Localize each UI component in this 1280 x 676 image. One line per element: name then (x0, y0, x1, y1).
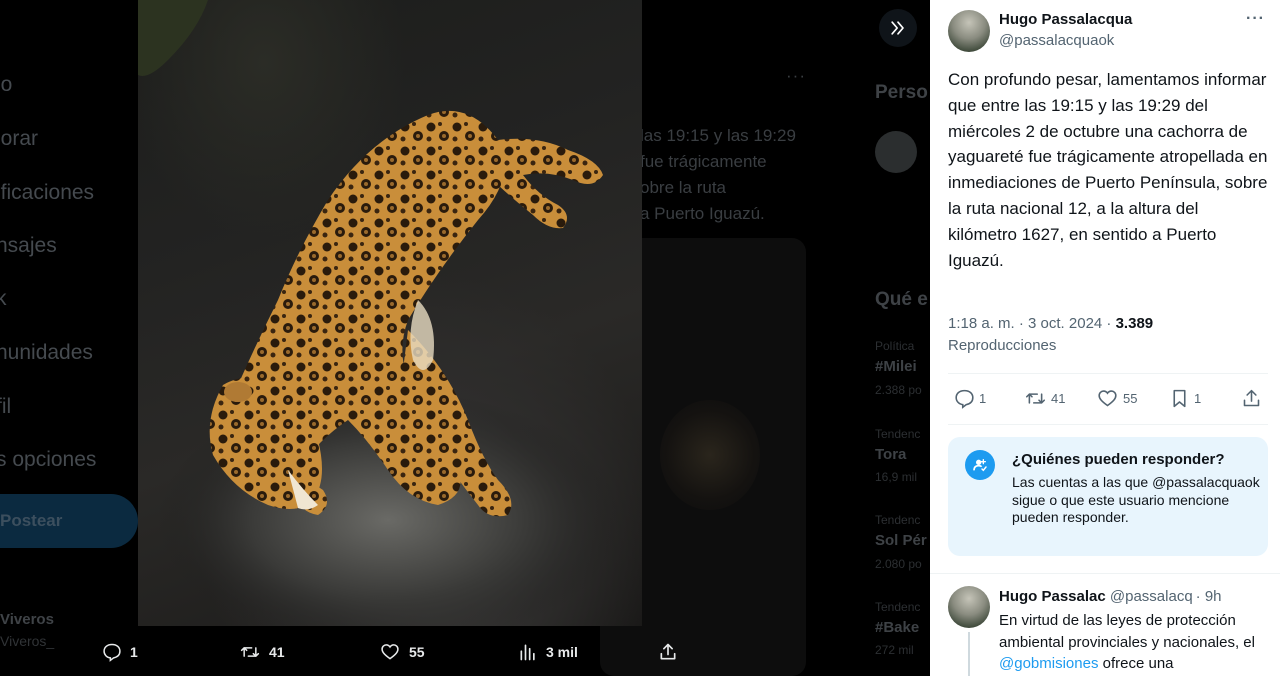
bg-post-button-label: Postear (0, 511, 63, 530)
like-icon (381, 644, 399, 660)
bg-nav-item-home: io (0, 73, 13, 96)
tweet-meta: 1:18 a. m. · 3 oct. 2024 · 3.389 (948, 315, 1153, 332)
bg-more-icon: ··· (786, 66, 806, 85)
bg-feed-text-line: a Puerto Iguazú. (640, 204, 765, 223)
bg-feed-text-line: las 19:15 y las 19:29 (640, 126, 796, 145)
media-like-button[interactable]: 55 (379, 642, 425, 662)
bg-trend-context: Tendenc (875, 600, 921, 614)
more-icon[interactable]: ··· (1246, 10, 1265, 28)
bg-nav-item-grok: k (0, 287, 7, 310)
bg-nav-item-explore: lorar (0, 127, 39, 150)
bg-nav-item-profile: fil (0, 395, 12, 418)
bg-trend-context: Tendenc (875, 427, 921, 441)
reply-author-handle-time[interactable]: @passalacq · 9h (1110, 588, 1222, 605)
divider (948, 373, 1268, 374)
bg-nav-item-more: s opciones (0, 448, 97, 471)
bg-trend-count: 2.388 po (875, 383, 922, 397)
media-reply-button[interactable]: 1 (102, 642, 138, 662)
share-icon (660, 643, 676, 660)
share-button[interactable] (1241, 388, 1262, 409)
bg-avatar (875, 131, 917, 173)
thread-line (968, 632, 970, 676)
share-icon (1243, 389, 1260, 407)
reply-restriction-body: Las cuentas a las que @passalacquaok sig… (1012, 474, 1260, 525)
bg-trend-tag: Sol Pér (875, 532, 927, 549)
bookmark-button[interactable]: 1 (1169, 388, 1201, 409)
divider (948, 424, 1268, 425)
bg-feed-text-line: fue trágicamente (640, 152, 767, 171)
bg-trend-tag: Tora (875, 446, 907, 463)
retweet-icon (1025, 393, 1046, 404)
author-handle[interactable]: @passalacquaok (999, 32, 1114, 49)
tweet-text: Con profundo pesar, lamentamos informar … (948, 70, 1268, 270)
expand-icon (891, 21, 904, 35)
reply-text-part: ofrece una (1098, 655, 1174, 672)
bg-trend-count: 2.080 po (875, 557, 922, 571)
retweet-button[interactable]: 41 (1024, 388, 1065, 409)
media-action-bar (0, 626, 930, 676)
reply-text-part: En virtud de las leyes de protección amb… (999, 612, 1255, 651)
bg-media-blur (660, 400, 760, 510)
reply-restriction-box: ¿Quiénes pueden responder? Las cuentas a… (948, 437, 1268, 556)
reply-button[interactable]: 1 (954, 388, 986, 409)
media-share-button[interactable] (658, 642, 678, 662)
media-reply-count: 1 (130, 644, 138, 660)
expand-panel-button[interactable] (879, 9, 917, 47)
bg-nav-item-notifications: ificaciones (0, 181, 95, 204)
media-views-count: 3 mil (546, 644, 578, 660)
bg-right-title: Qué e (875, 289, 928, 310)
bg-trend-count: 16,9 mil (875, 470, 918, 484)
retweet-icon (240, 647, 260, 657)
reply-author-name[interactable]: Hugo Passalac (999, 588, 1106, 605)
jaguar-photo[interactable] (138, 0, 642, 626)
bg-trend-context: Tendenc (875, 513, 921, 527)
bg-nav-item-messages: nsajes (0, 234, 57, 257)
avatar[interactable] (948, 10, 990, 52)
jaguar-illustration (138, 0, 618, 626)
bg-nav-item-communities: nunidades (0, 341, 93, 364)
bookmark-icon (1173, 389, 1186, 408)
tweet-views-count: 3.389 (1115, 315, 1154, 332)
like-icon (1098, 390, 1117, 407)
bg-right-title: Perso (875, 82, 928, 103)
views-icon (520, 644, 535, 661)
bg-trend-tag: #Milei (875, 358, 917, 375)
tweet-timestamp[interactable]: 1:18 a. m. · 3 oct. 2024 · (948, 315, 1116, 332)
reply-count: 1 (979, 391, 987, 406)
reply-icon (955, 389, 974, 409)
person-check-icon (965, 450, 995, 480)
reply-tweet-header: Hugo Passalac @passalacq · 9h (999, 588, 1269, 605)
like-button[interactable]: 55 (1096, 388, 1137, 409)
mention-link[interactable]: @gobmisiones (999, 655, 1098, 672)
reply-icon (103, 643, 121, 662)
bg-trend-context: Política (875, 339, 915, 353)
reply-restriction-title: ¿Quiénes pueden responder? (1012, 451, 1225, 468)
media-retweet-count: 41 (269, 644, 285, 660)
retweet-count: 41 (1051, 391, 1066, 406)
bookmark-count: 1 (1194, 391, 1202, 406)
media-views-button[interactable]: 3 mil (518, 642, 578, 662)
author-name[interactable]: Hugo Passalacqua (999, 11, 1132, 28)
like-count: 55 (1123, 391, 1138, 406)
reply-tweet-text: En virtud de las leyes de protección amb… (999, 610, 1271, 675)
media-like-count: 55 (409, 644, 425, 660)
media-retweet-button[interactable]: 41 (239, 642, 285, 662)
divider (930, 573, 1280, 574)
tweet-views-label: Reproducciones (948, 337, 1057, 354)
bg-feed-text-line: obre la ruta (640, 178, 726, 197)
tweet-detail-panel: Hugo Passalacqua @passalacquaok ··· Con … (930, 0, 1280, 676)
avatar[interactable] (948, 586, 990, 628)
